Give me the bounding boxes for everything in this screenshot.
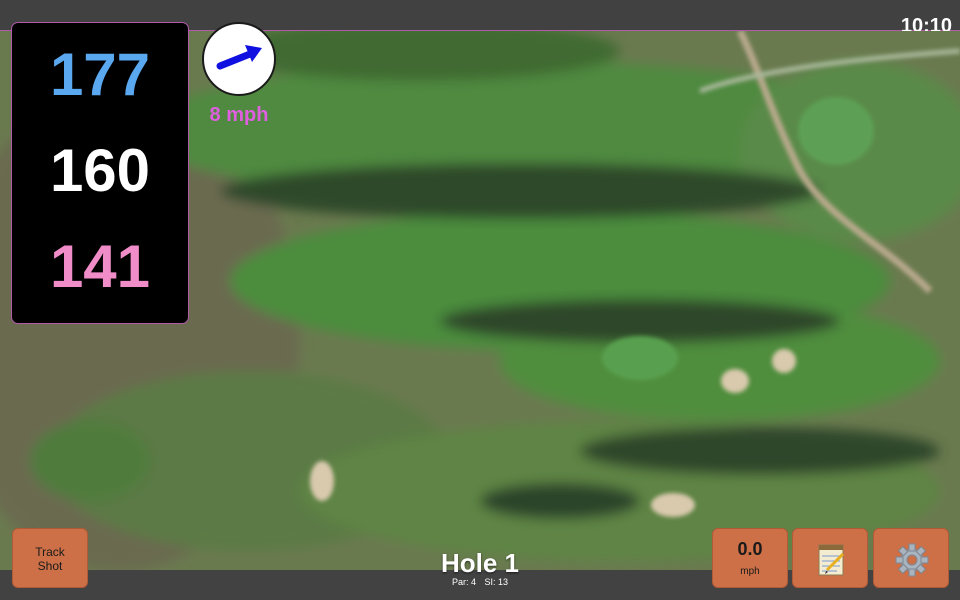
front-distance: 141 xyxy=(49,233,151,300)
distance-panel: 177 160 141 xyxy=(11,22,189,324)
wind-speed: 8 mph xyxy=(209,104,269,126)
speed-button[interactable]: 0.0 mph xyxy=(712,528,788,588)
arrow-icon xyxy=(216,45,262,70)
track-shot-label: Track Shot xyxy=(35,545,65,573)
hole-stroke-index: SI: 13 xyxy=(484,577,509,587)
wind-indicator xyxy=(202,22,276,96)
notepad-icon xyxy=(818,544,845,576)
gear-icon xyxy=(895,543,929,577)
back-distance: 177 xyxy=(49,41,151,108)
track-shot-button[interactable]: Track Shot xyxy=(12,528,88,588)
settings-button[interactable] xyxy=(873,528,949,588)
hole-par: Par: 4 xyxy=(451,577,476,587)
hole-meta: Par: 4 SI: 13 xyxy=(380,577,580,587)
speed-value: 0.0 xyxy=(737,539,763,559)
middle-distance: 160 xyxy=(49,137,151,204)
hole-title: Hole 1 xyxy=(440,548,520,578)
speed-unit: mph xyxy=(740,566,760,577)
notes-button[interactable] xyxy=(792,528,868,588)
